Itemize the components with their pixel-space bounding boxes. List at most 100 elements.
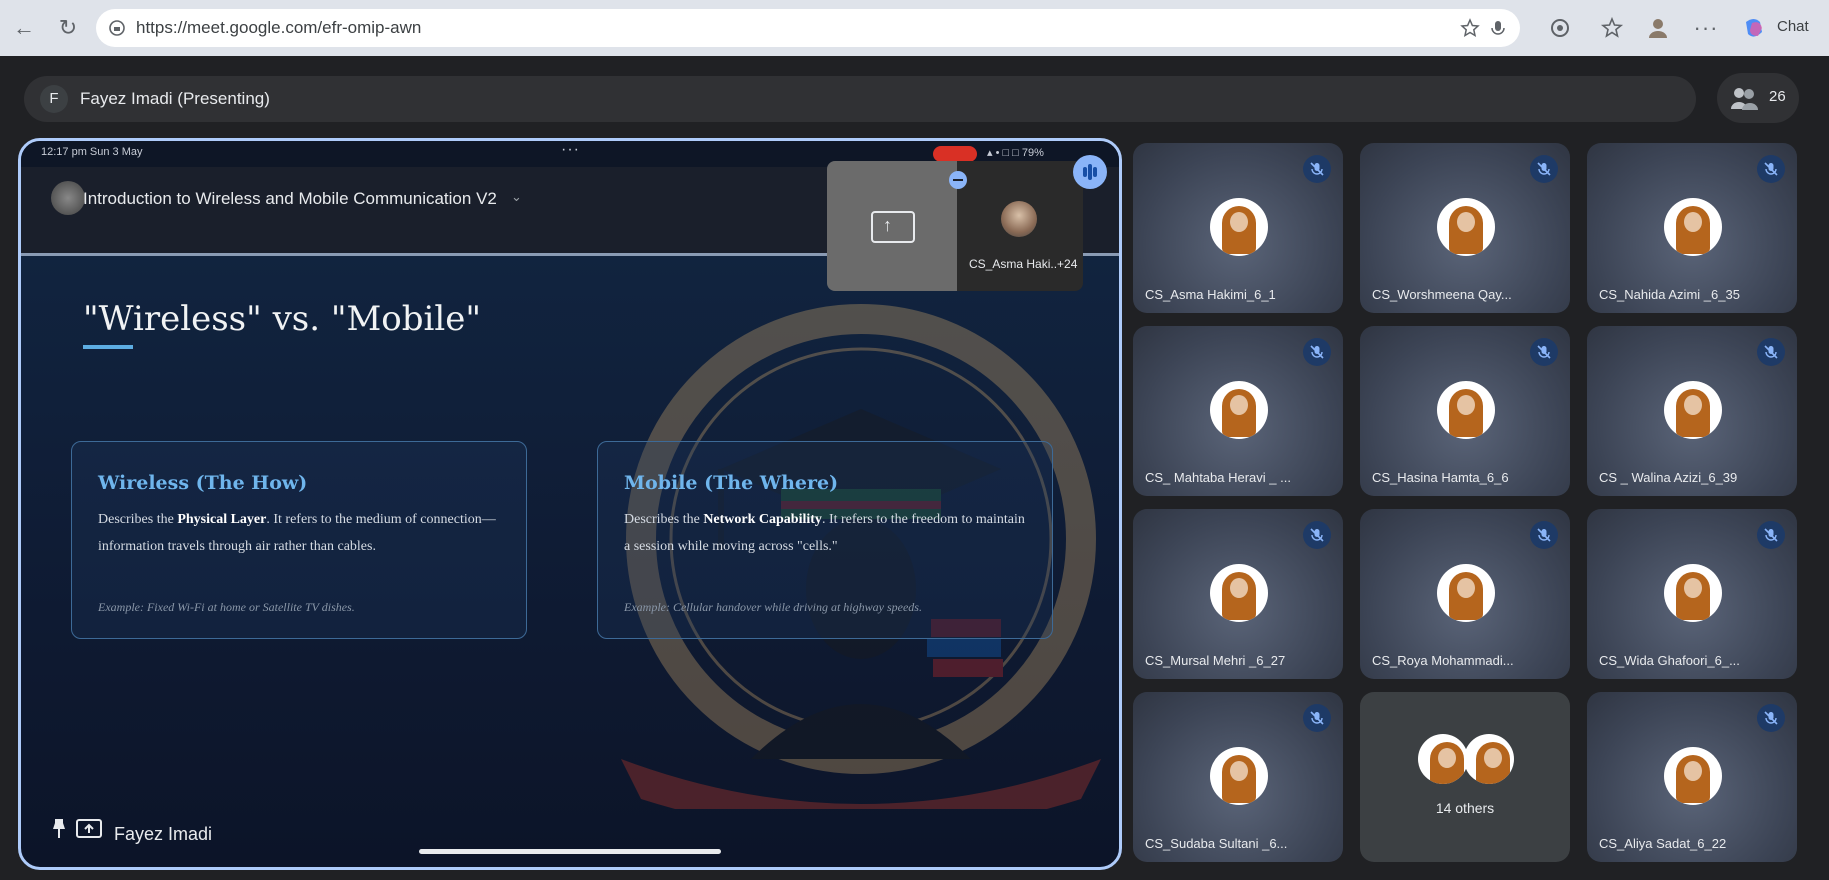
mic-off-icon	[1757, 155, 1785, 183]
avatar	[1664, 564, 1722, 622]
pin-icon[interactable]	[49, 817, 69, 841]
mic-off-icon	[1303, 521, 1331, 549]
more-dots-icon: ···	[561, 141, 580, 158]
present-screen-icon	[76, 819, 102, 838]
chevron-down-icon: ⌄	[511, 189, 522, 204]
avatar	[1210, 564, 1268, 622]
presentation-tile[interactable]: 12:17 pm Sun 3 May ··· ▴ • □ □ 79% Intro…	[18, 138, 1122, 870]
meet-stage: F Fayez Imadi (Presenting) 26 12:17 pm S…	[0, 56, 1829, 880]
mic-off-icon	[1530, 155, 1558, 183]
card-example: Example: Cellular handover while driving…	[624, 600, 922, 614]
heading-underline	[83, 345, 133, 349]
participant-name: CS_Worshmeena Qay...	[1372, 287, 1512, 302]
present-screen-icon	[871, 211, 915, 243]
others-tile[interactable]: 14 others	[1360, 692, 1570, 862]
site-info-icon[interactable]	[108, 19, 126, 37]
card-title: Mobile (The Where)	[624, 472, 839, 494]
participant-name: CS_Hasina Hamta_6_6	[1372, 470, 1509, 485]
participant-tile[interactable]: CS_Sudaba Sultani _6...	[1133, 692, 1343, 862]
status-right: ▴ • □ □ 79%	[987, 147, 1044, 159]
avatar	[1664, 381, 1722, 439]
participant-count: 26	[1769, 88, 1786, 105]
others-label: 14 others	[1435, 800, 1495, 816]
participant-tile[interactable]: CS_Wida Ghafoori_6_...	[1587, 509, 1797, 679]
mic-off-icon	[1303, 704, 1331, 732]
participant-tile[interactable]: CS_Asma Hakimi_6_1	[1133, 143, 1343, 313]
arrow-up-icon: ↑	[883, 215, 892, 235]
mic-off-icon	[1757, 704, 1785, 732]
others-avatars	[1418, 734, 1518, 790]
mic-off-icon	[1757, 521, 1785, 549]
participant-tile[interactable]: CS_Mursal Mehri _6_27	[1133, 509, 1343, 679]
mobile-card: Mobile (The Where) Describes the Network…	[597, 441, 1053, 639]
mic-off-icon	[1303, 155, 1331, 183]
back-icon[interactable]: ←	[10, 14, 38, 42]
participant-tile[interactable]: CS _ Walina Azizi_6_39	[1587, 326, 1797, 496]
presenter-label: Fayez Imadi (Presenting)	[80, 89, 270, 108]
document-title: Introduction to Wireless and Mobile Comm…	[83, 189, 497, 208]
reload-icon[interactable]: ↻	[54, 14, 82, 42]
avatar	[1664, 747, 1722, 805]
participant-name: CS_Roya Mohammadi...	[1372, 653, 1514, 668]
home-indicator	[419, 849, 721, 854]
card-body: Describes the Network Capability. It ref…	[624, 512, 1025, 554]
participant-tile[interactable]: CS_Nahida Azimi _6_35	[1587, 143, 1797, 313]
status-time: 12:17 pm Sun 3 May	[41, 146, 143, 158]
profile-avatar-icon[interactable]	[1644, 14, 1672, 42]
bookmark-star-icon[interactable]	[1460, 18, 1480, 38]
participants-button[interactable]: 26	[1717, 73, 1799, 123]
card-body: Describes the Physical Layer. It refers …	[98, 512, 496, 554]
participant-name: CS_Sudaba Sultani _6...	[1145, 836, 1288, 851]
participant-name: CS_ Mahtaba Heravi _ ...	[1145, 470, 1291, 485]
document-logo	[51, 181, 85, 215]
participant-name: CS_Nahida Azimi _6_35	[1599, 287, 1740, 302]
presentation-owner-name: Fayez Imadi	[114, 824, 213, 844]
favorites-icon[interactable]	[1598, 14, 1626, 42]
avatar	[1418, 734, 1468, 784]
avatar	[1210, 198, 1268, 256]
mic-off-icon	[1757, 338, 1785, 366]
participant-tile[interactable]: CS_Hasina Hamta_6_6	[1360, 326, 1570, 496]
presenter-avatar: F	[40, 85, 68, 113]
participant-name: CS _ Walina Azizi_6_39	[1599, 470, 1738, 485]
avatar	[1664, 198, 1722, 256]
participant-name: CS_Mursal Mehri _6_27	[1145, 653, 1286, 668]
participant-tile[interactable]: CS_Worshmeena Qay...	[1360, 143, 1570, 313]
wireless-card: Wireless (The How) Describes the Physica…	[71, 441, 527, 639]
avatar	[1001, 201, 1037, 237]
microphone-icon[interactable]	[1488, 18, 1508, 38]
mic-off-icon	[1303, 338, 1331, 366]
presenter-bar: F Fayez Imadi (Presenting)	[24, 76, 1696, 122]
avatar	[1437, 381, 1495, 439]
copilot-icon[interactable]	[1740, 14, 1768, 42]
people-icon	[1731, 88, 1758, 110]
mic-off-icon	[1530, 521, 1558, 549]
minimize-icon[interactable]	[949, 171, 967, 189]
avatar	[1464, 734, 1514, 784]
avatar	[1437, 564, 1495, 622]
url-text[interactable]: https://meet.google.com/efr-omip-awn	[136, 18, 421, 38]
card-example: Example: Fixed Wi-Fi at home or Satellit…	[98, 600, 355, 614]
speaking-indicator-icon	[1073, 155, 1107, 189]
pip-camera-tile[interactable]: CS_Asma Haki..+24	[957, 161, 1083, 291]
recording-indicator	[933, 146, 977, 162]
avatar	[1437, 198, 1495, 256]
participant-name: CS_Aliya Sadat_6_22	[1599, 836, 1727, 851]
avatar	[1210, 747, 1268, 805]
address-bar[interactable]: https://meet.google.com/efr-omip-awn	[96, 9, 1520, 47]
card-title: Wireless (The How)	[98, 472, 308, 494]
participant-tile[interactable]: CS_ Mahtaba Heravi _ ...	[1133, 326, 1343, 496]
pip-share-preview[interactable]: ↑	[827, 161, 957, 291]
slide-heading: "Wireless" vs. "Mobile"	[83, 299, 482, 339]
pip-label: CS_Asma Haki..+24	[969, 257, 1078, 271]
participant-tile[interactable]: CS_Roya Mohammadi...	[1360, 509, 1570, 679]
avatar	[1210, 381, 1268, 439]
more-menu-icon[interactable]: ···	[1692, 14, 1720, 42]
extensions-icon[interactable]	[1546, 14, 1574, 42]
participant-tile[interactable]: CS_Aliya Sadat_6_22	[1587, 692, 1797, 862]
chat-label[interactable]: Chat	[1777, 18, 1809, 35]
participant-name: CS_Wida Ghafoori_6_...	[1599, 653, 1740, 668]
browser-toolbar: ← ↻ https://meet.google.com/efr-omip-awn…	[0, 0, 1829, 56]
participant-name: CS_Asma Hakimi_6_1	[1145, 287, 1276, 302]
mic-off-icon	[1530, 338, 1558, 366]
